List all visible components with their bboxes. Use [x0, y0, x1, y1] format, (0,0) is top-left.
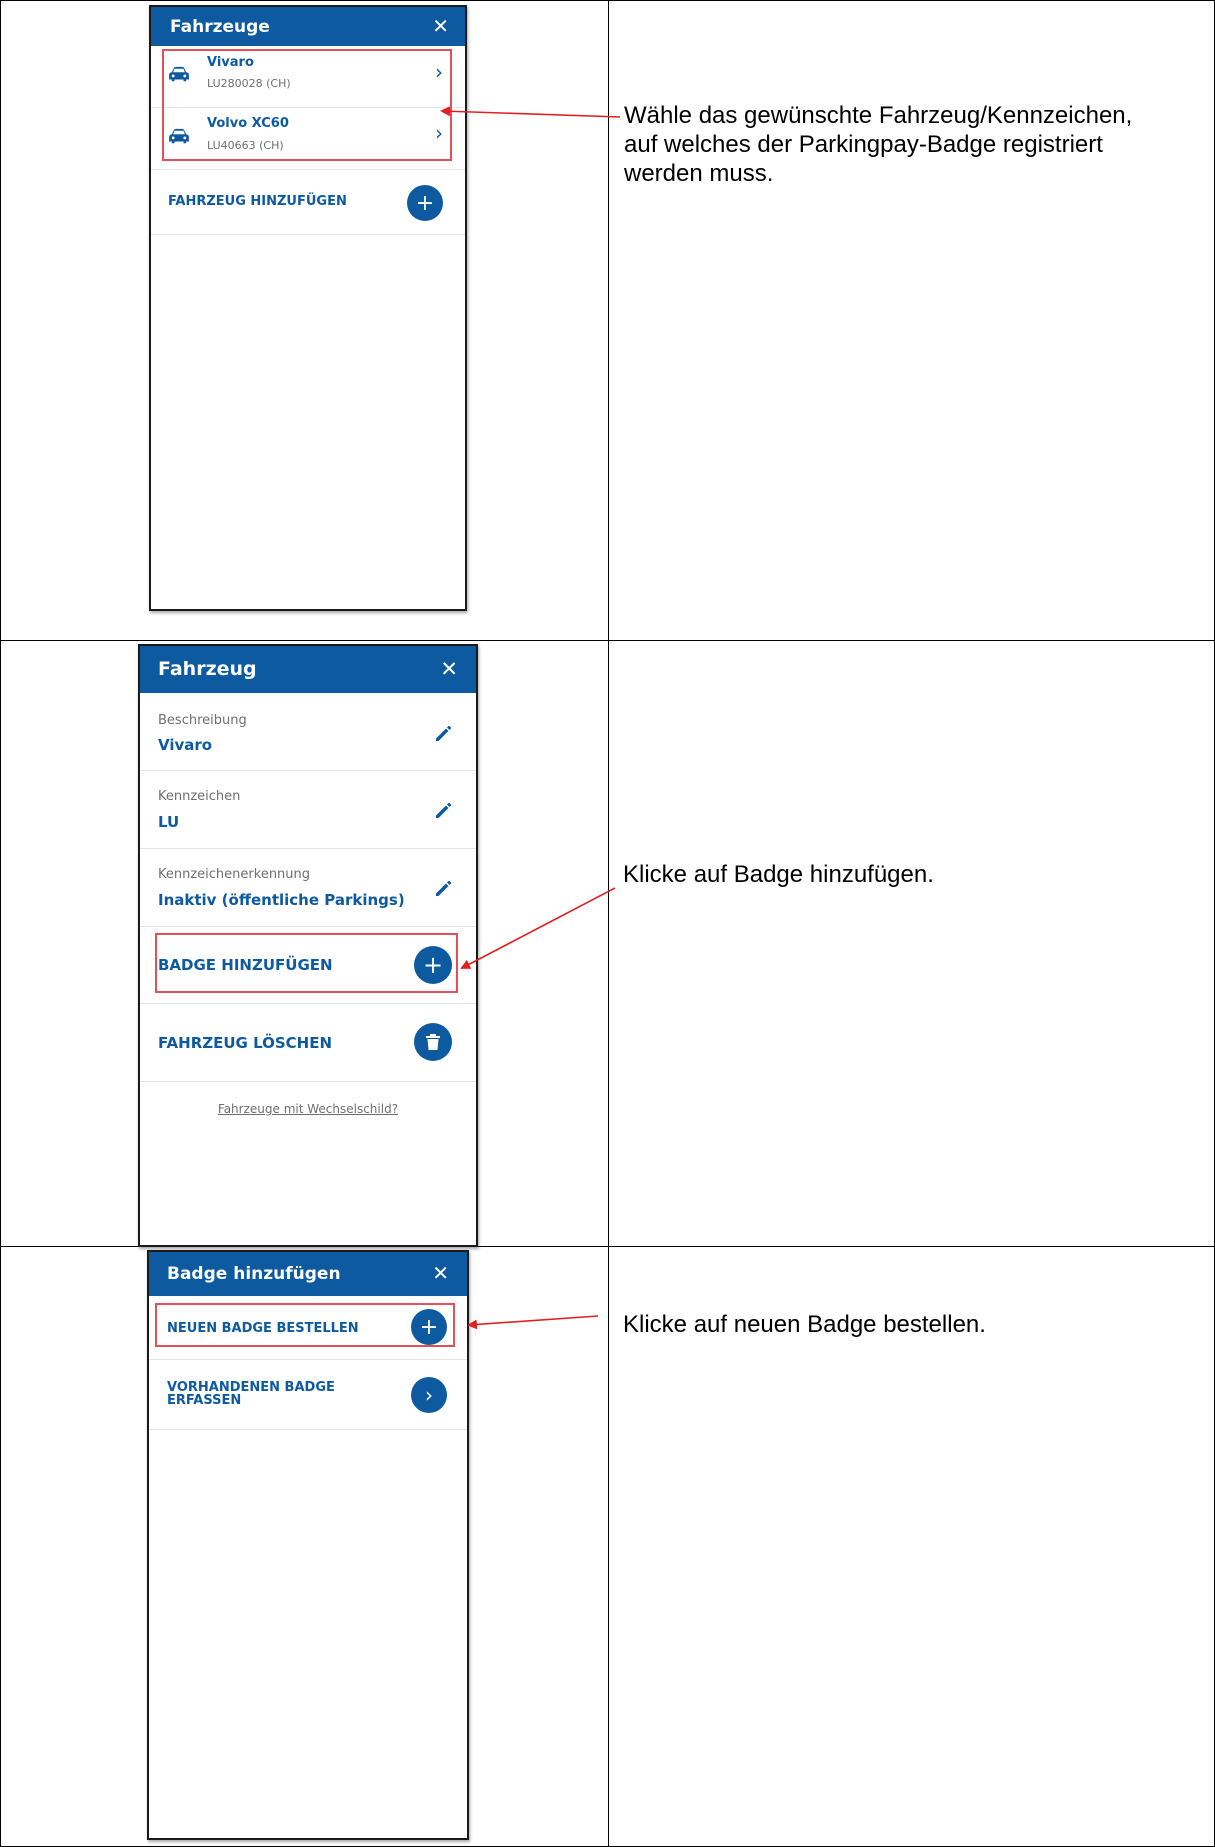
arrow-step-1 [440, 106, 621, 118]
arrow-step-2 [460, 887, 616, 969]
callout-arrows [440, 106, 621, 1330]
arrow-step-3 [467, 1315, 599, 1330]
